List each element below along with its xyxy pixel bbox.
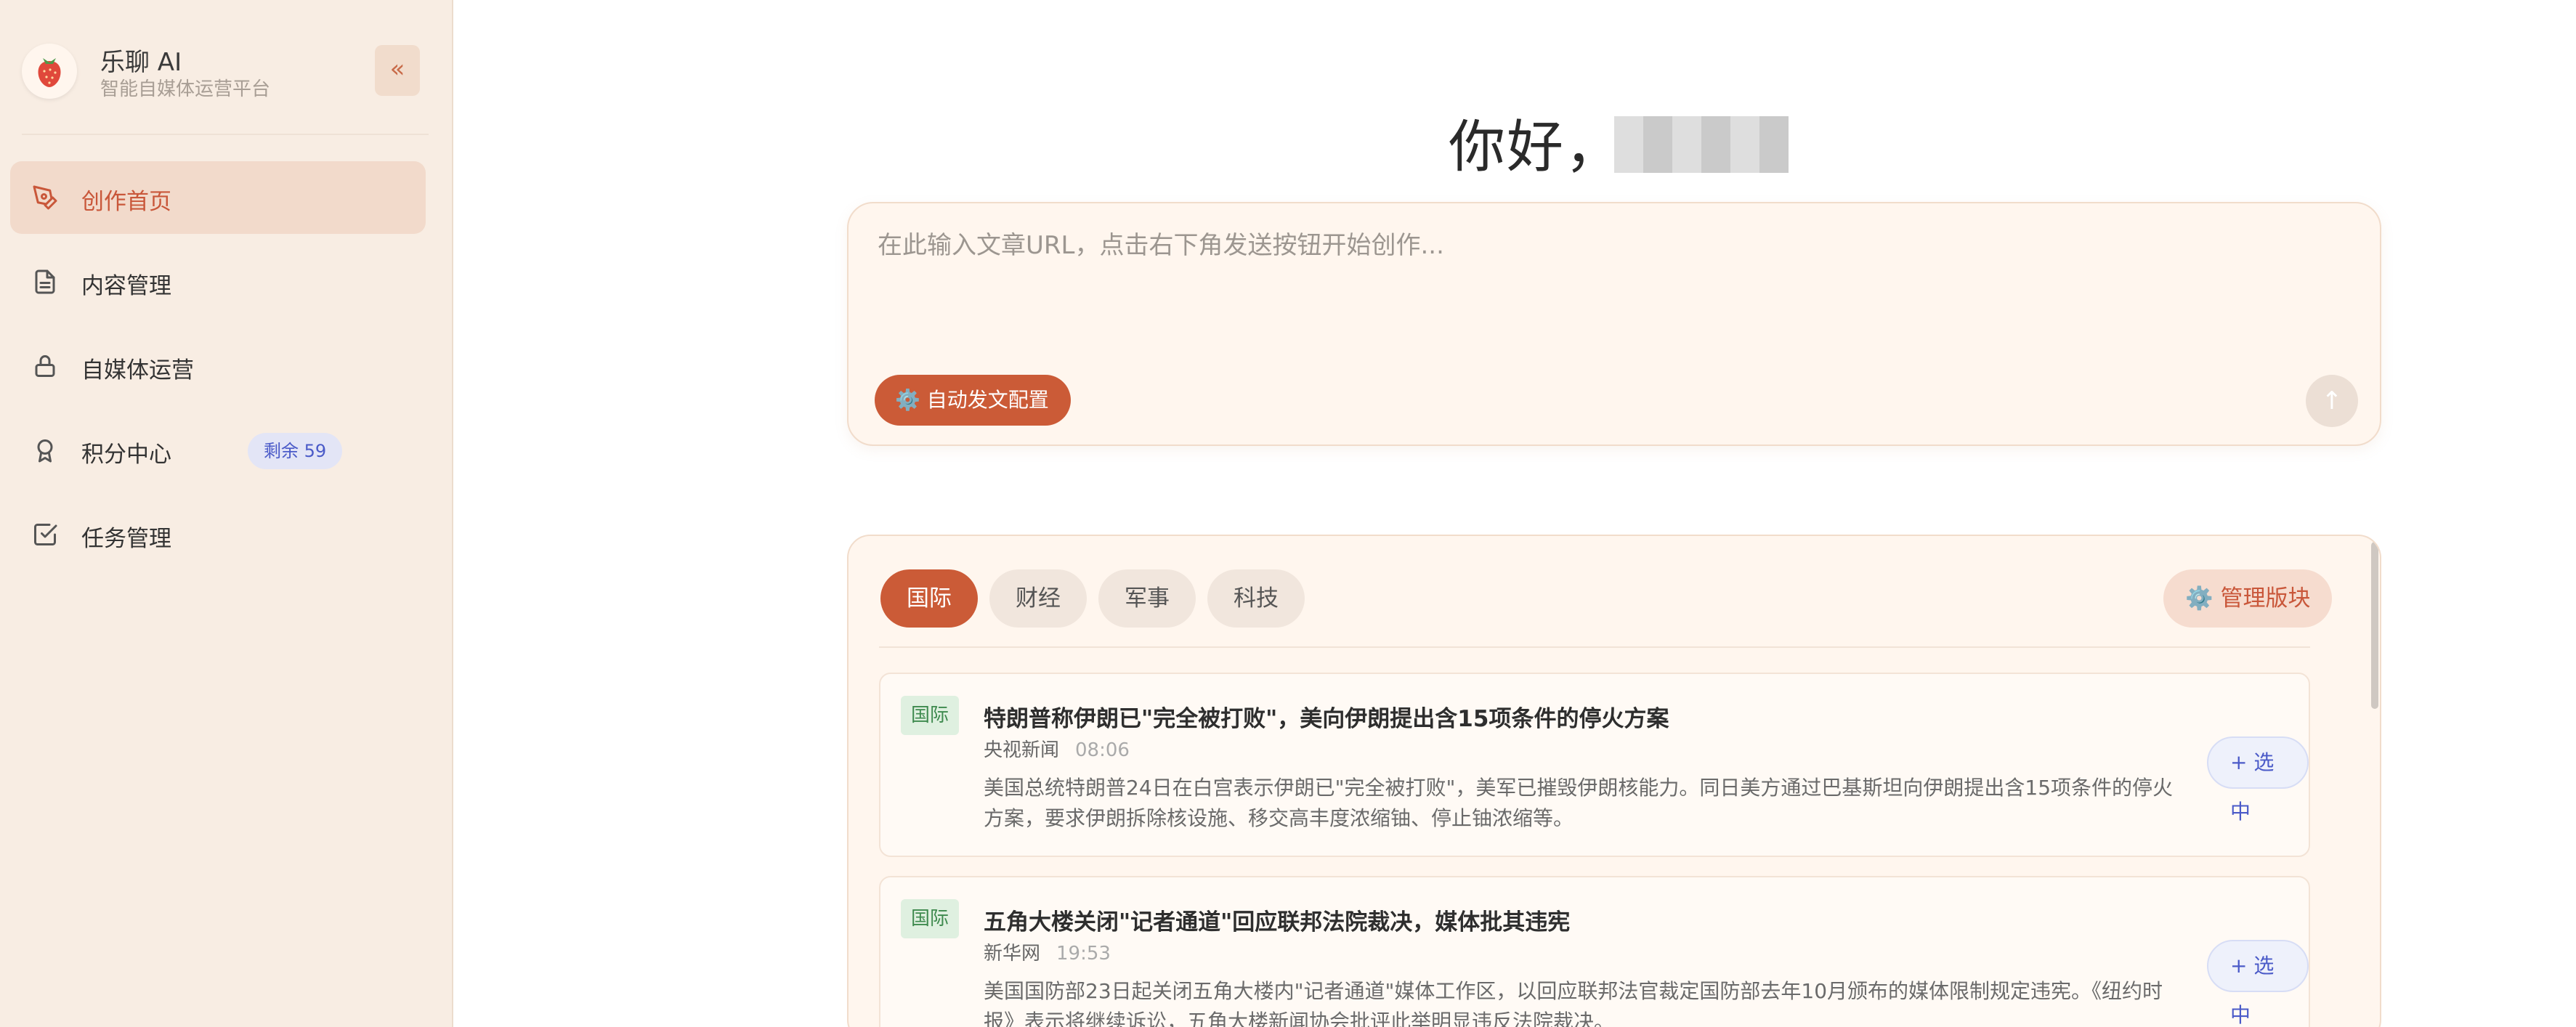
news-list-item: 国际 特朗普称伊朗已"完全被打败"，美向伊朗提出含15项条件的停火方案 央视新闻… <box>879 673 2310 857</box>
tab-tech[interactable]: 科技 <box>1207 569 1305 628</box>
brand: 乐聊 AI 智能自媒体运营平台 <box>22 41 429 100</box>
sidebar-item-media-ops[interactable]: 自媒体运营 <box>10 330 426 402</box>
collapse-sidebar-button[interactable]: « <box>375 45 420 96</box>
news-meta: 新华网 19:53 <box>984 938 1111 965</box>
article-url-input[interactable] <box>878 225 2330 312</box>
sidebar-item-create-home[interactable]: 创作首页 <box>10 161 426 234</box>
tab-military[interactable]: 军事 <box>1098 569 1196 628</box>
tab-finance[interactable]: 财经 <box>989 569 1087 628</box>
news-summary: 美国总统特朗普24日在白宫表示伊朗已"完全被打败"，美军已摧毁伊朗核能力。同日美… <box>984 776 2174 830</box>
brand-name: 乐聊 AI <box>100 48 182 77</box>
checkbox-icon <box>34 524 57 545</box>
points-remaining-badge: 剩余 59 <box>248 433 343 469</box>
redacted-username <box>1614 116 1789 173</box>
send-button[interactable]: ↑ <box>2306 375 2358 427</box>
sidebar-divider <box>22 134 429 135</box>
sidebar: 乐聊 AI 智能自媒体运营平台 « 创作首页 内容管理 自媒体运营 积分中心 剩… <box>0 0 453 1027</box>
sidebar-item-label: 自媒体运营 <box>81 357 194 383</box>
news-panel: 国际 财经 军事 科技 ⚙️ 管理版块 国际 特朗普称伊朗已"完全被打败"，美向… <box>847 535 2381 1027</box>
sidebar-item-tasks[interactable]: 任务管理 <box>10 498 426 571</box>
tabs-divider <box>879 646 2310 648</box>
strawberry-logo-icon <box>22 44 77 99</box>
brand-subtitle: 智能自媒体运营平台 <box>100 78 271 100</box>
sidebar-item-label: 任务管理 <box>81 526 171 552</box>
news-summary: 美国国防部23日起关闭五角大楼内"记者通道"媒体工作区，以回应联邦法官裁定国防部… <box>984 979 2163 1027</box>
pen-icon <box>33 185 57 210</box>
sidebar-item-points[interactable]: 积分中心 剩余 59 <box>10 414 426 487</box>
news-source: 新华网 <box>984 943 1041 965</box>
category-tag: 国际 <box>901 696 960 735</box>
news-time: 19:53 <box>1056 943 1111 965</box>
award-icon <box>37 439 53 463</box>
sidebar-item-label: 创作首页 <box>81 189 171 215</box>
select-news-button[interactable]: + 选中 <box>2207 736 2309 824</box>
sidebar-item-label: 内容管理 <box>81 273 171 299</box>
category-tag: 国际 <box>901 899 960 938</box>
sidebar-item-label: 积分中心 <box>81 442 171 468</box>
news-title[interactable]: 五角大楼关闭"记者通道"回应联邦法院裁决，媒体批其违宪 <box>984 904 1570 936</box>
scrollbar[interactable] <box>2371 542 2378 709</box>
news-list-item: 国际 五角大楼关闭"记者通道"回应联邦法院裁决，媒体批其违宪 新华网 19:53 … <box>879 876 2310 1027</box>
document-icon <box>35 269 55 294</box>
greeting-title: 你好， <box>1449 115 1624 180</box>
auto-publish-config-button[interactable]: ⚙️ 自动发文配置 <box>875 375 1071 426</box>
sidebar-item-content[interactable]: 内容管理 <box>10 245 426 318</box>
news-title[interactable]: 特朗普称伊朗已"完全被打败"，美向伊朗提出含15项条件的停火方案 <box>984 700 1669 733</box>
news-time: 08:06 <box>1075 739 1130 761</box>
select-news-button[interactable]: + 选中 <box>2207 940 2309 1027</box>
url-input-card: ⚙️ 自动发文配置 ↑ <box>847 202 2381 446</box>
manage-sections-button[interactable]: ⚙️ 管理版块 <box>2163 569 2333 628</box>
lock-icon <box>35 355 55 377</box>
tab-international[interactable]: 国际 <box>880 569 978 628</box>
news-source: 央视新闻 <box>984 739 1060 761</box>
news-meta: 央视新闻 08:06 <box>984 735 1130 762</box>
